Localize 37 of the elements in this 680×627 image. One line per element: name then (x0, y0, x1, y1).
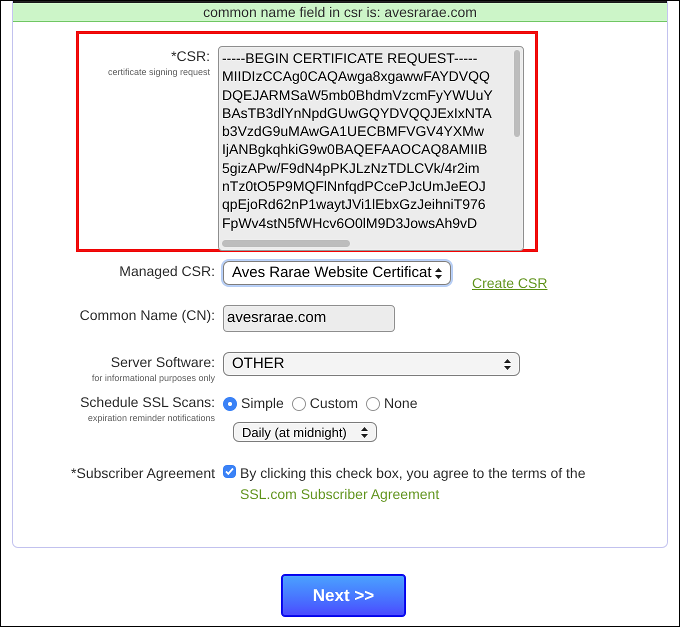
field-label: *Subscriber Agreement (71, 464, 215, 484)
info-banner: common name field in csr is: avesrarae.com (13, 1, 667, 22)
radio-option[interactable]: Custom (292, 393, 358, 414)
field-label: Schedule SSL Scans: (80, 393, 215, 412)
next-button[interactable]: Next >> (281, 574, 406, 617)
radio-button[interactable] (366, 396, 380, 411)
csr-text-line: IjANBgkqhkiG9w0BAQEFAAOCAQ8AMIIB (222, 140, 488, 159)
field-hint: expiration reminder notifications (88, 413, 215, 424)
select-arrows-icon (504, 358, 511, 370)
select-arrows-icon (361, 426, 368, 438)
agreement-checkbox[interactable] (223, 465, 236, 478)
managed-csr-select[interactable]: Aves Rarae Website Certificat (223, 261, 451, 285)
csr-text-line: DQEJARMSaW5mb0BhdmVzcmFyYWUuY (222, 86, 494, 104)
field-hint: for informational purposes only (92, 373, 215, 384)
csr-text-line: b3VzdG9uMAwGA1UECBMFVGV4YXMw (222, 122, 485, 140)
radio-option[interactable]: None (366, 393, 418, 414)
field-label: Managed CSR: (119, 262, 215, 281)
field-label: Common Name (CN): (80, 306, 215, 325)
csr-text-line: MIIDIzCCAg0CAQAwga8xgawwFAYDVQQ (222, 67, 491, 86)
select-arrows-icon (435, 268, 442, 278)
field-hint: certificate signing request (108, 67, 210, 78)
radio-button[interactable] (223, 396, 237, 411)
csr-text-line: FpWv4stN5fWHcv6O0lM9D3JowsAh9vD (222, 214, 478, 232)
radio-option[interactable]: Simple (223, 393, 284, 414)
frequency-select[interactable]: Daily (at midnight) (233, 422, 377, 442)
csr-textarea[interactable] (218, 46, 524, 251)
agreement-text: By clicking this check box, you agree to the terms of the (240, 464, 586, 484)
field-label: *CSR: (171, 47, 210, 66)
common-name-field[interactable]: avesrarae.com (223, 305, 395, 332)
csr-text-line: 5gizAPw/F9dN4pPKJLzNzTDLCVk/4r2im (222, 158, 481, 178)
field-label: Server Software: (110, 353, 215, 372)
csr-text-line: nTz0tO5P9MQFlNnfqdPCcePJcUmJeEOJ (222, 177, 487, 196)
csr-text-line: -----BEGIN CERTIFICATE REQUEST----- (222, 49, 478, 68)
csr-text-line: BAsTB3dlYnNpdGUwGQYDVQQJExIxNTA (222, 104, 493, 122)
radio-button[interactable] (292, 396, 306, 411)
server-software-select[interactable]: OTHER (223, 352, 520, 376)
csr-text-line: qpEjoRd62nP1waytJVi1lEbxGzJeihniT976 (222, 195, 487, 214)
